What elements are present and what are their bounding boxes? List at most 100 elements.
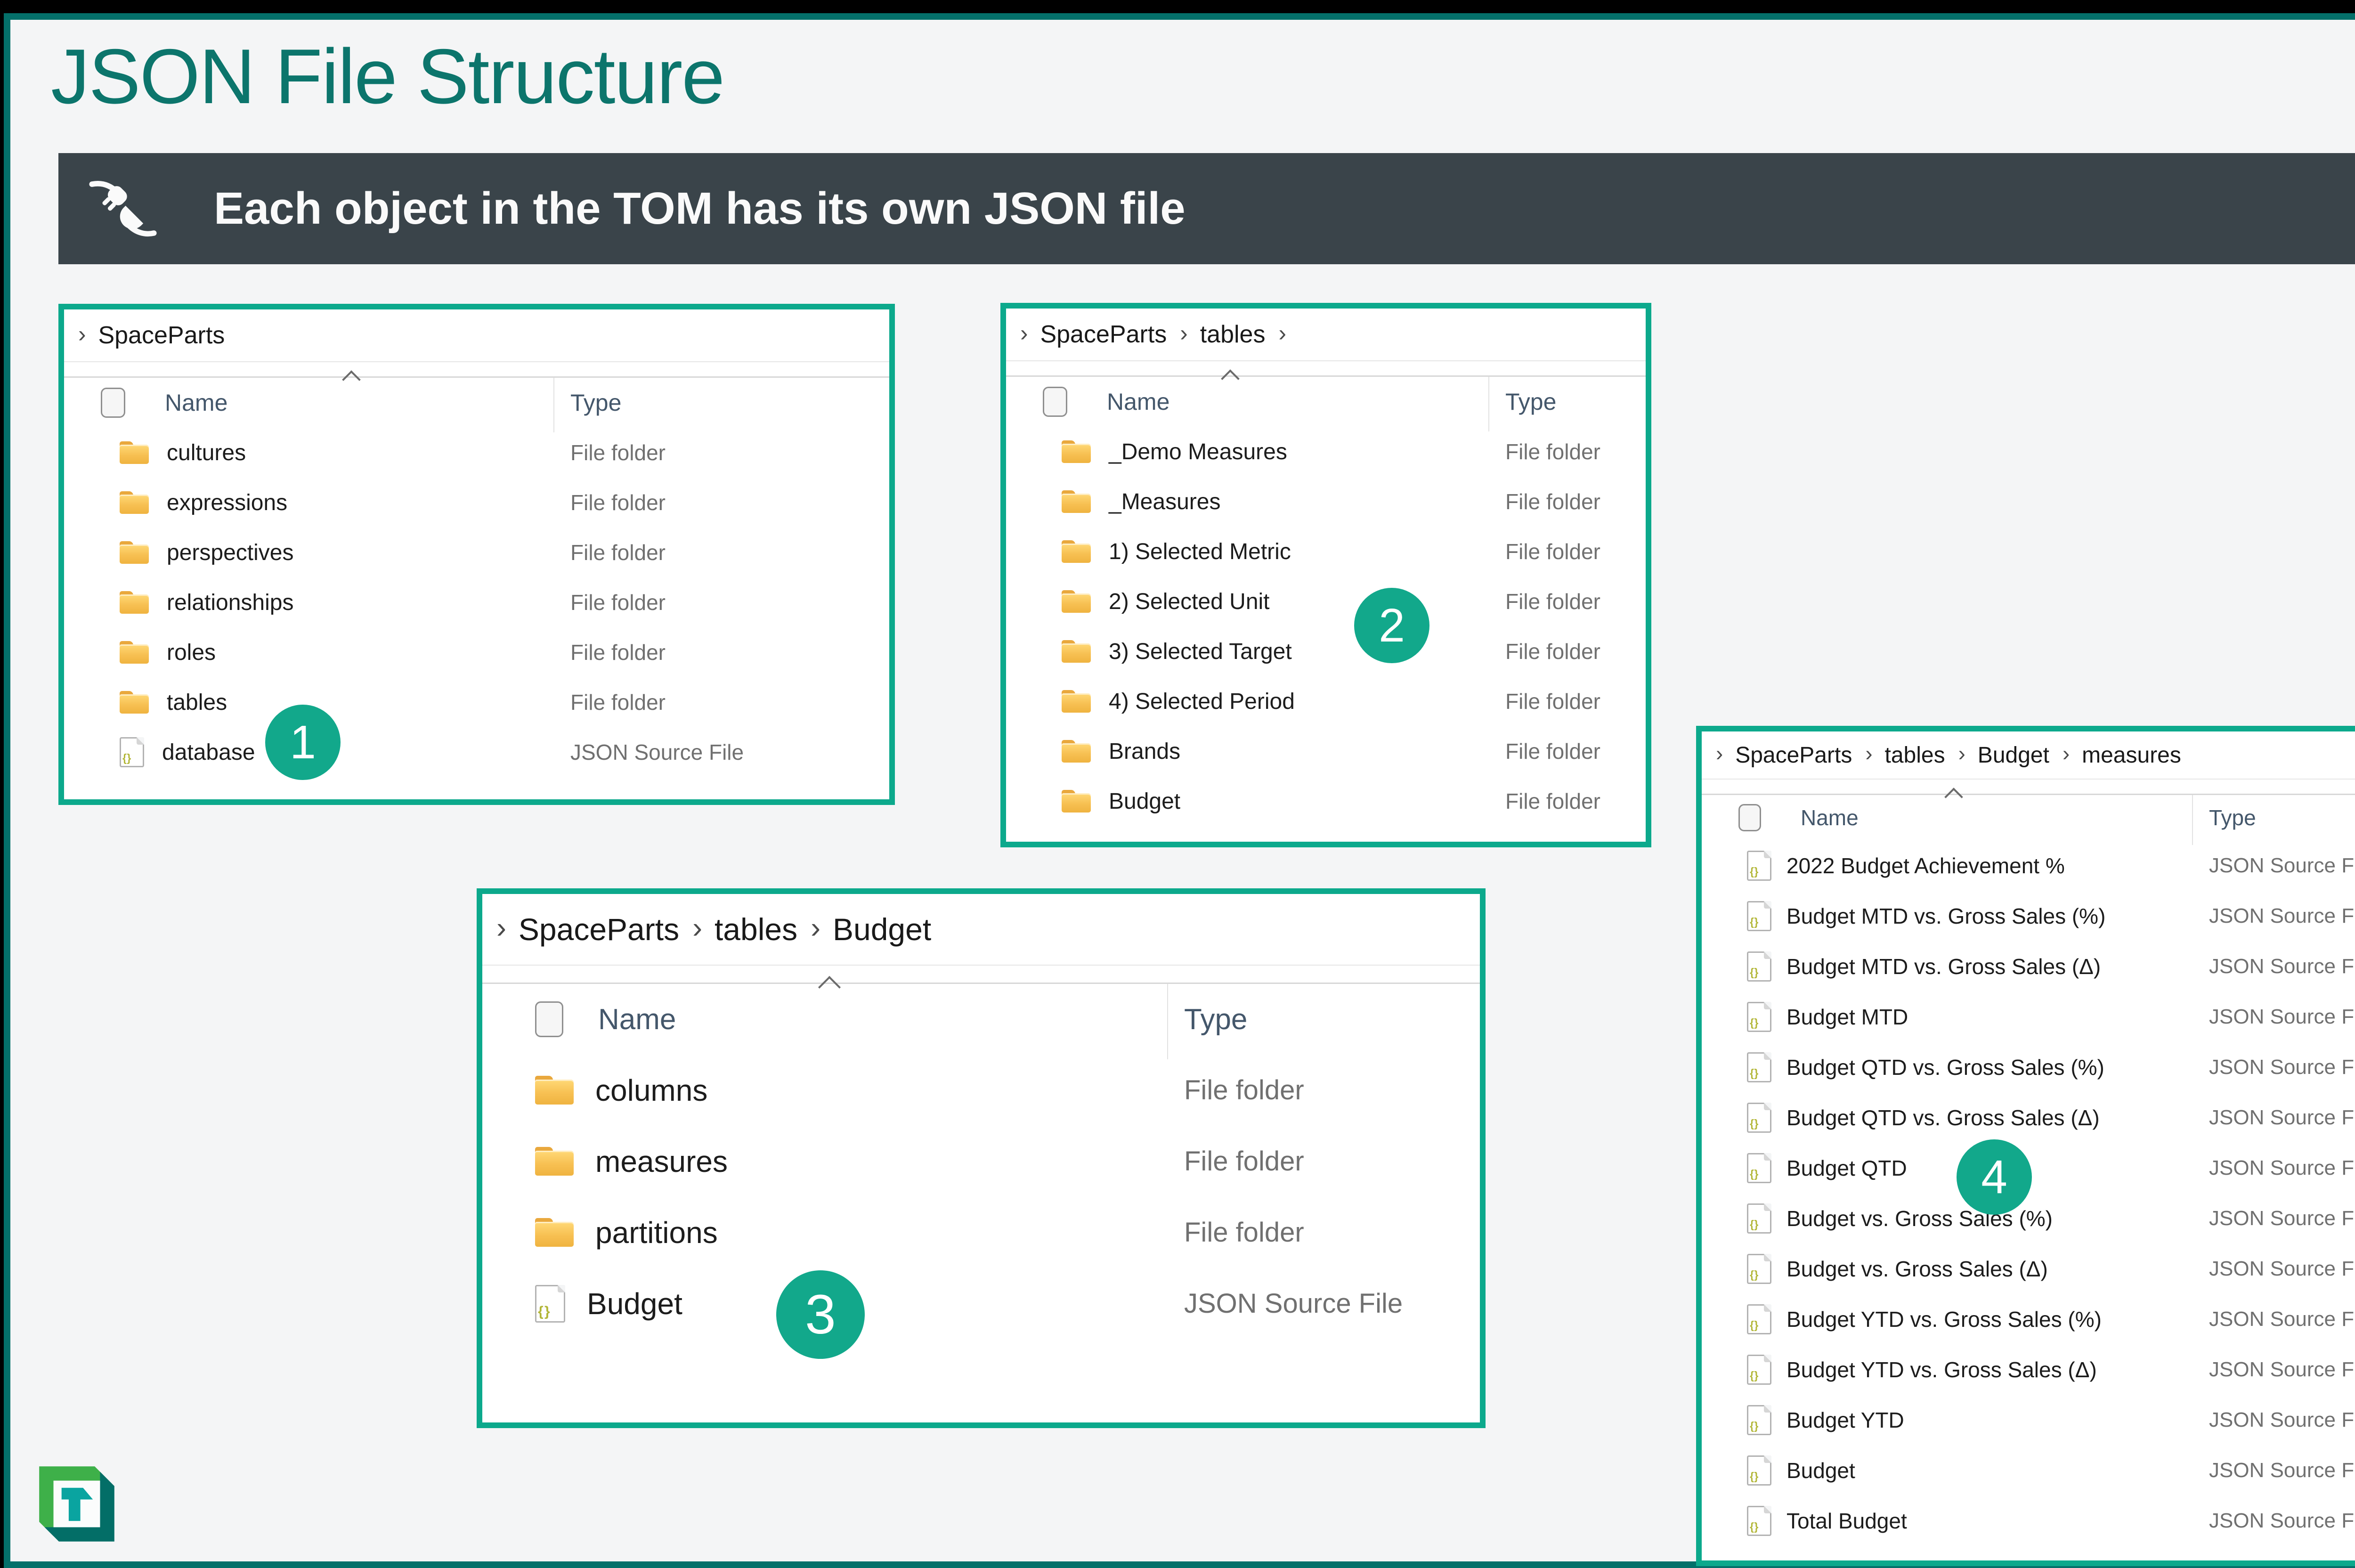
file-name[interactable]: Budget QTD vs. Gross Sales (%) [1787, 1055, 2104, 1080]
file-row[interactable]: _Measures File folder [1006, 477, 1646, 527]
file-name[interactable]: Budget MTD vs. Gross Sales (%) [1787, 903, 2105, 929]
file-row[interactable]: Budget JSON Source File [1702, 1445, 2355, 1495]
breadcrumb-item[interactable]: › [1278, 320, 1311, 349]
file-name[interactable]: 4) Selected Period [1109, 689, 1295, 715]
file-name[interactable]: 3) Selected Target [1109, 639, 1292, 665]
file-name[interactable]: Budget YTD vs. Gross Sales (%) [1787, 1307, 2102, 1332]
file-row[interactable]: Budget vs. Gross Sales (%) JSON Source F… [1702, 1193, 2355, 1243]
file-row[interactable]: cultures File folder [64, 428, 889, 478]
file-name[interactable]: 1) Selected Metric [1109, 539, 1291, 565]
file-name[interactable]: database [162, 739, 255, 765]
file-row[interactable]: 3) Selected Target File folder [1006, 626, 1646, 676]
file-row[interactable]: Budget YTD vs. Gross Sales (Δ) JSON Sour… [1702, 1344, 2355, 1395]
select-all-checkbox[interactable] [535, 1001, 563, 1037]
file-type: JSON Source File [2209, 1458, 2355, 1482]
select-all-checkbox[interactable] [1043, 387, 1067, 417]
file-name[interactable]: _Demo Measures [1109, 439, 1287, 465]
file-name[interactable]: Budget [1787, 1458, 1855, 1483]
column-divider[interactable] [553, 378, 554, 432]
file-name[interactable]: cultures [167, 440, 246, 466]
file-row[interactable]: Brands File folder [1006, 726, 1646, 776]
file-name[interactable]: columns [595, 1073, 707, 1108]
file-name[interactable]: Budget YTD [1787, 1407, 1904, 1433]
column-header-name[interactable]: Name [1801, 805, 1859, 830]
file-name[interactable]: Budget [1109, 788, 1180, 814]
column-header-type[interactable]: Type [570, 389, 621, 416]
file-row[interactable]: columns File folder [482, 1055, 1480, 1126]
file-row[interactable]: 1) Selected Metric File folder [1006, 527, 1646, 577]
file-row[interactable]: 4) Selected Period File folder [1006, 676, 1646, 726]
file-name[interactable]: Budget [587, 1286, 682, 1321]
file-row[interactable]: tables File folder [64, 677, 889, 727]
tabular-editor-logo [39, 1466, 114, 1542]
column-header-type[interactable]: Type [1505, 388, 1556, 415]
file-name[interactable]: Budget MTD [1787, 1004, 1908, 1030]
file-name[interactable]: Total Budget [1787, 1508, 1907, 1534]
file-name[interactable]: partitions [595, 1215, 718, 1250]
banner-text: Each object in the TOM has its own JSON … [214, 183, 1186, 234]
file-row[interactable]: relationships File folder [64, 577, 889, 627]
file-row[interactable]: Budget YTD JSON Source File [1702, 1395, 2355, 1445]
file-name[interactable]: expressions [167, 490, 287, 516]
chevron-right-icon: › [2062, 741, 2070, 765]
file-row[interactable]: expressions File folder [64, 478, 889, 528]
file-name[interactable]: Budget QTD vs. Gross Sales (Δ) [1787, 1105, 2100, 1130]
file-type: JSON Source File [2209, 1408, 2355, 1431]
breadcrumb-item[interactable]: › measures [2063, 741, 2194, 769]
file-row[interactable]: Budget File folder [1006, 776, 1646, 826]
file-name[interactable]: measures [595, 1144, 728, 1179]
file-name[interactable]: Budget YTD vs. Gross Sales (Δ) [1787, 1357, 2097, 1382]
file-row[interactable]: Total Budget JSON Source File [1702, 1495, 2355, 1546]
file-row[interactable]: Budget QTD vs. Gross Sales (%) JSON Sour… [1702, 1042, 2355, 1092]
file-name[interactable]: _Measures [1109, 489, 1220, 515]
file-row[interactable]: perspectives File folder [64, 528, 889, 577]
column-header-type[interactable]: Type [1184, 1003, 1247, 1036]
file-row[interactable]: _Demo Measures File folder [1006, 427, 1646, 477]
file-row[interactable]: Budget QTD vs. Gross Sales (Δ) JSON Sour… [1702, 1092, 2355, 1143]
chevron-right-icon: › [1278, 320, 1286, 346]
file-row[interactable]: Budget YTD vs. Gross Sales (%) JSON Sour… [1702, 1294, 2355, 1344]
breadcrumb-item[interactable]: › tables [692, 911, 811, 948]
breadcrumb-item[interactable]: › SpaceParts [1716, 741, 1865, 769]
breadcrumb-item[interactable]: › Budget [811, 911, 944, 948]
file-name[interactable]: 2) Selected Unit [1109, 589, 1270, 615]
file-name[interactable]: Brands [1109, 739, 1180, 764]
breadcrumb-item[interactable]: › SpaceParts [496, 911, 692, 948]
breadcrumb-item[interactable]: › SpaceParts [78, 321, 238, 350]
file-row[interactable]: 2022 Budget Achievement % JSON Source Fi… [1702, 840, 2355, 891]
breadcrumb-item[interactable]: › Budget [1958, 741, 2063, 769]
file-row[interactable]: Budget JSON Source File [482, 1268, 1480, 1339]
file-name[interactable]: 2022 Budget Achievement % [1787, 853, 2065, 878]
file-row[interactable]: roles File folder [64, 627, 889, 677]
file-list: 2022 Budget Achievement % JSON Source Fi… [1702, 840, 2355, 1546]
breadcrumb-item[interactable]: › tables [1180, 320, 1278, 349]
file-name[interactable]: Budget QTD [1787, 1155, 1907, 1181]
file-row[interactable]: database JSON Source File [64, 727, 889, 777]
file-row[interactable]: measures File folder [482, 1126, 1480, 1197]
column-divider[interactable] [2192, 795, 2193, 845]
file-name[interactable]: perspectives [167, 540, 293, 566]
file-row[interactable]: Budget MTD vs. Gross Sales (%) JSON Sour… [1702, 891, 2355, 941]
file-name[interactable]: tables [167, 690, 227, 715]
file-row[interactable]: Budget vs. Gross Sales (Δ) JSON Source F… [1702, 1243, 2355, 1294]
file-row[interactable]: Budget MTD vs. Gross Sales (Δ) JSON Sour… [1702, 941, 2355, 991]
breadcrumb-item[interactable]: › tables [1865, 741, 1958, 769]
column-divider[interactable] [1167, 984, 1168, 1059]
select-all-checkbox[interactable] [101, 388, 125, 418]
json-file-icon [120, 737, 144, 767]
file-row[interactable]: 2) Selected Unit File folder [1006, 577, 1646, 626]
breadcrumb-item[interactable]: › SpaceParts [1020, 320, 1180, 349]
file-name[interactable]: relationships [167, 590, 293, 616]
file-name[interactable]: Budget vs. Gross Sales (Δ) [1787, 1256, 2048, 1282]
toolbar-separator [1006, 360, 1646, 377]
column-divider[interactable] [1488, 377, 1489, 431]
file-row[interactable]: Budget MTD JSON Source File [1702, 991, 2355, 1042]
column-header-name[interactable]: Name [598, 1003, 676, 1036]
file-name[interactable]: Budget MTD vs. Gross Sales (Δ) [1787, 954, 2101, 979]
column-header-name[interactable]: Name [165, 389, 227, 416]
file-name[interactable]: roles [167, 640, 216, 666]
column-header-type[interactable]: Type [2209, 805, 2256, 830]
file-row[interactable]: partitions File folder [482, 1197, 1480, 1268]
column-header-name[interactable]: Name [1107, 388, 1169, 415]
select-all-checkbox[interactable] [1738, 804, 1761, 831]
